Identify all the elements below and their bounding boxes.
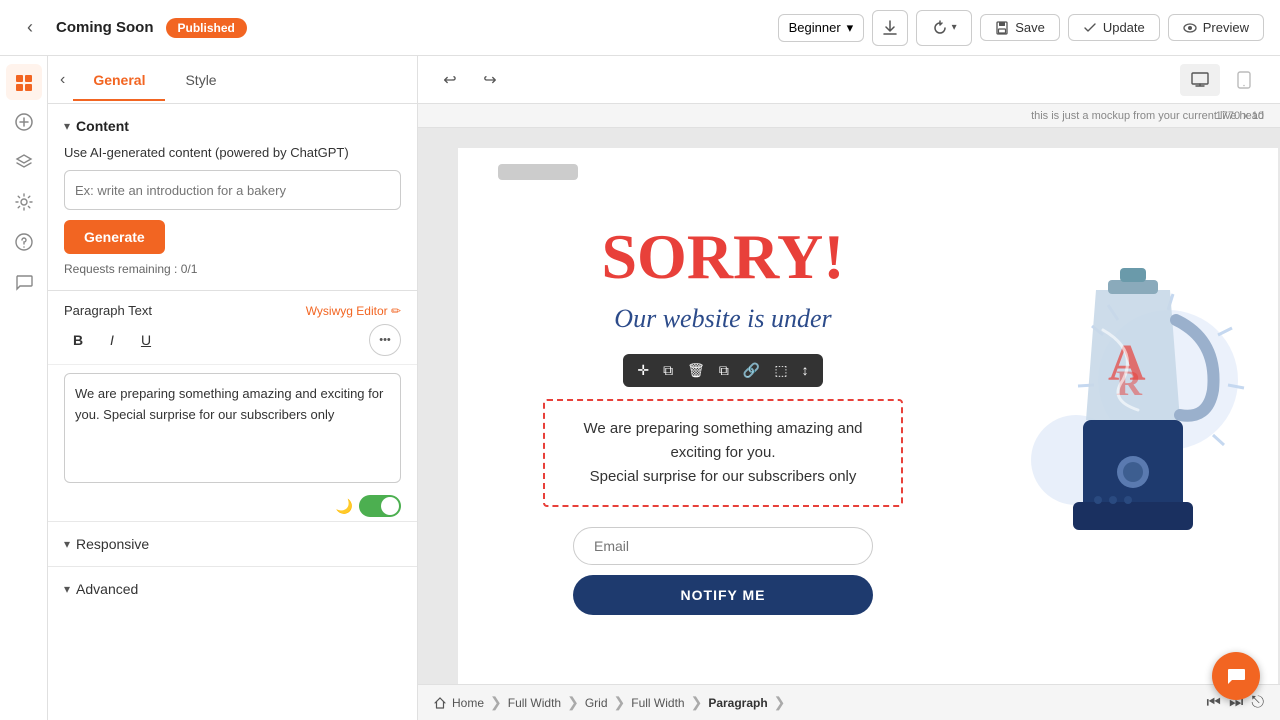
ai-input[interactable] <box>64 170 401 210</box>
illustration-container: A R <box>988 220 1268 540</box>
canvas-view-toggle <box>1180 64 1264 96</box>
toggle-switch[interactable] <box>359 495 401 517</box>
update-button[interactable]: Update <box>1068 14 1160 41</box>
page-title: Coming Soon <box>56 19 154 36</box>
breadcrumb-prev-button[interactable]: ⏮ <box>1207 694 1221 712</box>
float-grid-icon[interactable]: ⬚ <box>770 360 791 381</box>
responsive-section: ▾ Responsive <box>48 521 417 566</box>
canvas-toolbar: ↩ ↪ <box>418 56 1280 104</box>
content-section-title: Content <box>76 118 129 134</box>
generate-button[interactable]: Generate <box>64 220 165 254</box>
left-panel: ‹ General Style ▾ Content Use AI-generat… <box>48 56 418 720</box>
panel-content: ▾ Content Use AI-generated content (powe… <box>48 104 417 720</box>
notify-button-canvas[interactable]: NOTIFY ME <box>573 575 873 615</box>
tab-general[interactable]: General <box>73 60 165 100</box>
desktop-view-button[interactable] <box>1180 64 1220 96</box>
undo-button[interactable]: ↩ <box>434 64 466 96</box>
text-editor[interactable]: We are preparing something amazing and e… <box>64 373 401 483</box>
sidebar-icon-layers[interactable] <box>6 144 42 180</box>
chat-bubble[interactable] <box>1212 652 1260 700</box>
advanced-section: ▾ Advanced <box>48 566 417 611</box>
sorry-subtitle: Our website is under <box>614 304 831 334</box>
italic-button[interactable]: I <box>98 326 126 354</box>
preview-button[interactable]: Preview <box>1168 14 1264 41</box>
canvas-inner: SORRY! Our website is under ✛ ⧉ 🗑 ⧉ 🔗 ⬚ … <box>418 128 1280 684</box>
float-link-icon[interactable]: 🔗 <box>739 360 764 381</box>
panel-back-button[interactable]: ‹ <box>60 71 65 89</box>
toggle-row: 🌙 <box>48 491 417 521</box>
page-header-bar <box>498 164 578 180</box>
canvas-area: ↩ ↪ this is just a mockup from your curr… <box>418 56 1280 720</box>
sidebar-icons <box>0 56 48 720</box>
sorry-title: SORRY! <box>601 220 844 294</box>
main-layout: ‹ General Style ▾ Content Use AI-generat… <box>0 56 1280 720</box>
content-section-header[interactable]: ▾ Content <box>48 104 417 144</box>
download-button[interactable] <box>872 10 908 46</box>
mobile-view-button[interactable] <box>1224 64 1264 96</box>
content-collapse-icon: ▾ <box>64 119 70 133</box>
panel-tabs: ‹ General Style <box>48 56 417 104</box>
page-canvas: SORRY! Our website is under ✛ ⧉ 🗑 ⧉ 🔗 ⬚ … <box>458 148 1278 684</box>
topbar-actions: Beginner ▾ ▾ Save Update Preview <box>778 10 1264 46</box>
tab-style[interactable]: Style <box>165 60 236 100</box>
sidebar-icon-help[interactable] <box>6 224 42 260</box>
responsive-header[interactable]: ▾ Responsive <box>48 522 417 566</box>
breadcrumb-paragraph[interactable]: Paragraph <box>708 696 767 710</box>
canvas-scroll[interactable]: SORRY! Our website is under ✛ ⧉ 🗑 ⧉ 🔗 ⬚ … <box>418 128 1280 684</box>
float-toolbar: ✛ ⧉ 🗑 ⧉ 🔗 ⬚ ↕ <box>623 354 822 387</box>
advanced-title: Advanced <box>76 581 138 597</box>
history-button[interactable]: ▾ <box>916 10 972 46</box>
advanced-collapse-icon: ▾ <box>64 582 70 596</box>
float-copy-icon[interactable]: ⧉ <box>659 360 677 381</box>
breadcrumb-share-button[interactable]: ⎋ <box>1251 694 1264 712</box>
responsive-title: Responsive <box>76 536 149 552</box>
canvas-tools-left: ↩ ↪ <box>434 64 506 96</box>
content-section-body: Use AI-generated content (powered by Cha… <box>48 144 417 276</box>
main-content-left: SORRY! Our website is under ✛ ⧉ 🗑 ⧉ 🔗 ⬚ … <box>468 220 978 615</box>
underline-button[interactable]: U <box>132 326 160 354</box>
moon-icon: 🌙 <box>336 498 353 515</box>
topbar: ‹ Coming Soon Published Beginner ▾ ▾ Sav… <box>0 0 1280 56</box>
redo-button[interactable]: ↪ <box>474 64 506 96</box>
text-box: We are preparing something amazing and e… <box>543 399 903 507</box>
breadcrumb-bar: Home ❯ Full Width ❯ Grid ❯ Full Width ❯ … <box>418 684 1280 720</box>
back-button[interactable]: ‹ <box>16 14 44 42</box>
sidebar-icon-chat[interactable] <box>6 264 42 300</box>
blender-illustration: A R <box>1008 220 1248 540</box>
breadcrumb-home[interactable]: Home <box>434 696 484 710</box>
breadcrumb-grid[interactable]: Grid <box>585 696 608 710</box>
more-options-button[interactable]: ••• <box>369 324 401 356</box>
dimension-bar: this is just a mockup from your current … <box>418 104 1280 128</box>
wysiwyg-editor-link[interactable]: Wysiwyg Editor ✏ <box>306 304 401 318</box>
toggle-thumb <box>381 497 399 515</box>
text-toolbar: B I U ••• <box>48 324 417 365</box>
email-input-canvas[interactable] <box>573 527 873 565</box>
bold-button[interactable]: B <box>64 326 92 354</box>
sidebar-icon-pages[interactable] <box>6 64 42 100</box>
canvas-notice: this is just a mockup from your current … <box>1031 110 1264 122</box>
sidebar-icon-settings[interactable] <box>6 184 42 220</box>
float-move-icon[interactable]: ✛ <box>633 360 653 381</box>
float-duplicate-icon[interactable]: ⧉ <box>715 360 733 381</box>
sidebar-icon-add[interactable] <box>6 104 42 140</box>
advanced-header[interactable]: ▾ Advanced <box>48 567 417 611</box>
float-delete-icon[interactable]: 🗑 <box>683 360 709 381</box>
requests-remaining: Requests remaining : 0/1 <box>64 262 401 276</box>
breadcrumb-full-width-2[interactable]: Full Width <box>631 696 684 710</box>
breadcrumb-full-width-1[interactable]: Full Width <box>508 696 561 710</box>
paragraph-label-row: Paragraph Text Wysiwyg Editor ✏ <box>48 291 417 324</box>
float-swap-icon[interactable]: ↕ <box>798 360 813 381</box>
save-button[interactable]: Save <box>980 14 1060 41</box>
ai-label: Use AI-generated content (powered by Cha… <box>64 144 401 162</box>
responsive-collapse-icon: ▾ <box>64 537 70 551</box>
published-badge: Published <box>166 18 247 38</box>
level-select[interactable]: Beginner ▾ <box>778 14 865 42</box>
paragraph-label: Paragraph Text <box>64 303 152 318</box>
